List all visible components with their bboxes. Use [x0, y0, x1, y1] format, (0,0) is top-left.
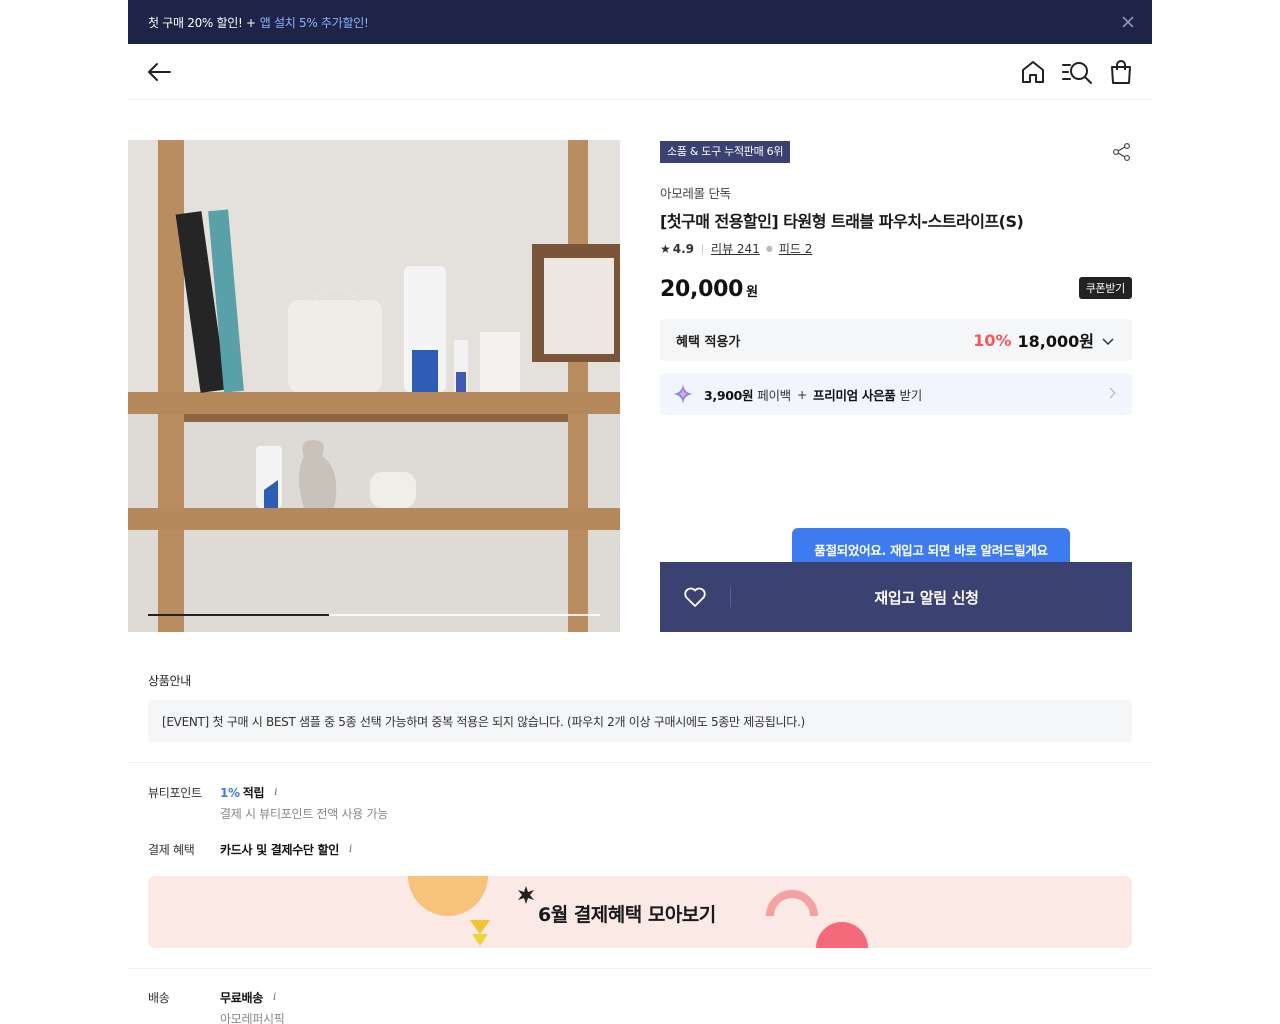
gift-label: 프리미엄 사은품: [813, 387, 896, 403]
payback-word: 페이백: [757, 387, 791, 403]
beauty-point-text: 적립: [242, 786, 265, 800]
share-icon[interactable]: [1112, 142, 1132, 162]
gallery-progress-fill: [148, 614, 329, 616]
price: 20,000 원: [660, 277, 758, 302]
back-arrow-icon[interactable]: [146, 60, 172, 84]
close-icon[interactable]: [1118, 12, 1138, 32]
product-notice-box: [EVENT] 첫 구매 시 BEST 샘플 중 5종 선택 가능하며 중복 적…: [148, 700, 1132, 742]
sale-price: 18,000원: [1017, 332, 1094, 351]
rating-value: 4.9: [672, 241, 695, 256]
plus-sign: +: [796, 386, 808, 402]
beauty-point-value: 1% 적립 i: [220, 784, 277, 801]
info-icon[interactable]: i: [274, 787, 277, 798]
gift-suffix: 받기: [899, 387, 923, 403]
feed-link[interactable]: 피드 2: [779, 240, 813, 257]
benefit-price-toggle[interactable]: 혜택 적용가 10% 18,000원: [660, 319, 1132, 361]
brand-name[interactable]: 아모레몰 단독: [660, 183, 1132, 202]
benefit-label: 혜택 적용가: [676, 334, 741, 350]
payment-benefit-label: 결제 혜택: [148, 843, 195, 857]
price-row: 20,000 원 쿠폰받기: [660, 277, 1132, 307]
promo-text: 첫 구매 20% 할인! +: [148, 15, 256, 30]
divider: [128, 762, 1152, 763]
delivery-sub: 아모레퍼시픽: [220, 1012, 285, 1024]
info-icon[interactable]: i: [349, 844, 352, 855]
rank-badge: 소품 & 도구 누적판매 6위: [660, 141, 791, 163]
product-image-gallery[interactable]: [128, 140, 620, 632]
wishlist-heart-icon[interactable]: [660, 562, 730, 632]
star-icon: ★: [660, 241, 671, 256]
rating-row: ★ 4.9 리뷰 241 ● 피드 2: [660, 240, 1132, 257]
promo-highlight: 앱 설치 5% 추가할인!: [259, 15, 369, 30]
price-unit: 원: [746, 285, 758, 300]
beauty-point-pct: 1%: [220, 785, 240, 800]
payment-benefit-banner[interactable]: 6월 결제혜택 모아보기: [148, 876, 1132, 948]
page: 첫 구매 20% 할인! + 앱 설치 5% 추가할인! 소품 & 도구 누적판…: [128, 0, 1152, 1024]
payback-amount: 3,900원: [704, 387, 754, 403]
product-info: 소품 & 도구 누적판매 6위 아모레몰 단독 [첫구매 전용할인] 타원형 트…: [660, 140, 1132, 415]
delivery-text: 무료배송: [220, 991, 263, 1005]
benefit-price: 10% 18,000원: [973, 328, 1114, 352]
shopping-bag-icon[interactable]: [1106, 58, 1136, 86]
banner-text: 6월 결제혜택 모아보기: [538, 904, 716, 926]
home-icon[interactable]: [1018, 58, 1048, 86]
divider: [702, 243, 704, 254]
beauty-point-sub: 결제 시 뷰티포인트 전액 사용 가능: [220, 807, 388, 821]
delivery-value: 무료배송 i: [220, 989, 276, 1006]
promo-bar[interactable]: 첫 구매 20% 할인! + 앱 설치 5% 추가할인!: [128, 0, 1152, 44]
divider: [128, 968, 1152, 969]
dot-separator: ●: [765, 244, 773, 253]
beauty-point-label: 뷰티포인트: [148, 786, 202, 800]
header: [128, 44, 1152, 100]
info-icon[interactable]: i: [273, 992, 276, 1003]
product-notice-title: 상품안내: [148, 674, 191, 688]
category-search-icon[interactable]: [1060, 58, 1094, 86]
payback-banner[interactable]: 3,900원 페이백 + 프리미엄 사은품 받기: [660, 373, 1132, 415]
price-value: 20,000: [660, 277, 744, 302]
product-photo: [128, 140, 620, 632]
payment-benefit-value: 카드사 및 결제수단 할인 i: [220, 841, 352, 858]
coupon-button[interactable]: 쿠폰받기: [1078, 277, 1132, 299]
discount-percent: 10%: [973, 330, 1012, 350]
chevron-right-icon: [1109, 387, 1116, 402]
payment-benefit-text: 카드사 및 결제수단 할인: [220, 843, 340, 857]
sparkle-icon: [672, 383, 694, 405]
restock-cta-bar: 재입고 알림 신청: [660, 562, 1132, 632]
review-link[interactable]: 리뷰 241: [711, 240, 760, 257]
gallery-progress: [148, 614, 600, 616]
restock-alert-button[interactable]: 재입고 알림 신청: [731, 587, 1132, 608]
delivery-label: 배송: [148, 991, 170, 1005]
product-title: [첫구매 전용할인] 타원형 트래블 파우치-스트라이프(S): [660, 212, 1024, 231]
chevron-down-icon: [1102, 331, 1114, 350]
